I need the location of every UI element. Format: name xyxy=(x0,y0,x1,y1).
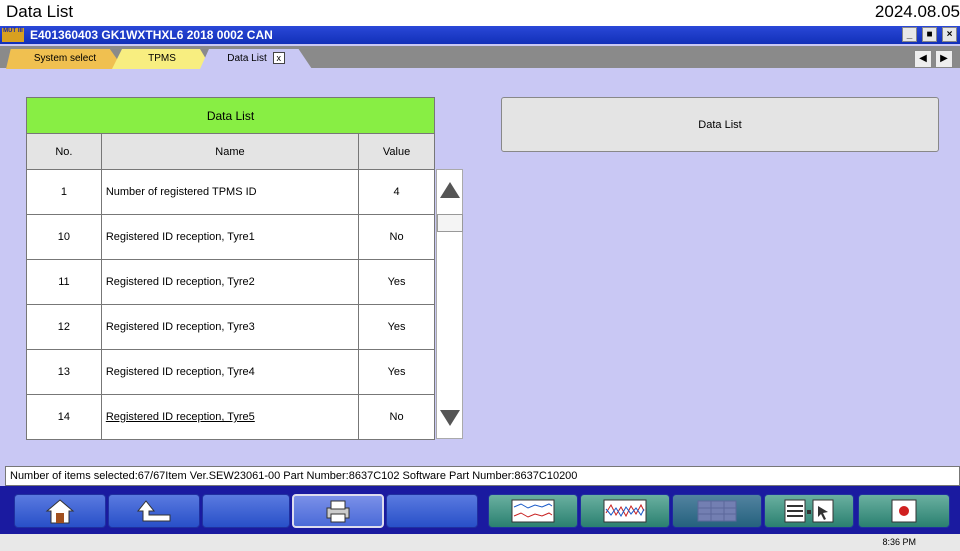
table-row[interactable]: 14 Registered ID reception, Tyre5 No xyxy=(26,394,435,440)
print-icon xyxy=(326,500,350,523)
row-value: No xyxy=(358,394,435,440)
app-logo: MUT III xyxy=(2,28,24,42)
table-title: Data List xyxy=(26,97,435,134)
blank-button-1[interactable] xyxy=(202,494,290,528)
col-header-no: No. xyxy=(26,133,102,170)
tab-bar: System select TPMS Data List x ◀ ▶ xyxy=(0,46,960,70)
back-up-icon xyxy=(136,500,171,522)
row-no: 10 xyxy=(26,214,102,260)
row-no: 11 xyxy=(26,259,102,305)
row-no: 1 xyxy=(26,169,102,215)
row-name: Registered ID reception, Tyre1 xyxy=(100,214,360,260)
row-no: 14 xyxy=(26,394,102,440)
table-row[interactable]: 12 Registered ID reception, Tyre3 Yes xyxy=(26,304,435,350)
caption-bar: Data List 2024.08.05 xyxy=(0,0,960,26)
row-value: Yes xyxy=(358,304,435,350)
row-name: Registered ID reception, Tyre4 xyxy=(100,349,360,395)
os-taskbar: 8:36 PM xyxy=(0,534,960,551)
scroll-up-icon[interactable] xyxy=(440,182,460,198)
minimize-button[interactable]: _ xyxy=(902,27,917,42)
graph-multi-icon xyxy=(603,499,647,523)
tab-prev-arrow-icon[interactable]: ◀ xyxy=(914,50,932,68)
maximize-button[interactable]: ■ xyxy=(922,27,937,42)
row-name: Registered ID reception, Tyre5 xyxy=(100,394,360,440)
tab-close-button[interactable]: x xyxy=(272,52,285,65)
record-button[interactable] xyxy=(858,494,950,528)
list-select-button[interactable] xyxy=(764,494,854,528)
tab-data-list[interactable]: Data List x xyxy=(200,49,312,69)
home-icon xyxy=(45,499,75,524)
status-bar: Number of items selected:67/67Item Ver.S… xyxy=(5,466,960,486)
close-window-button[interactable]: × xyxy=(942,27,957,42)
tab-system-select[interactable]: System select xyxy=(6,49,124,69)
tab-next-arrow-icon[interactable]: ▶ xyxy=(935,50,953,68)
data-list-panel[interactable]: Data List xyxy=(501,97,939,152)
table-row[interactable]: 11 Registered ID reception, Tyre2 Yes xyxy=(26,259,435,305)
bottom-toolbar xyxy=(0,486,960,534)
home-button[interactable] xyxy=(14,494,106,528)
table-scrollbar[interactable] xyxy=(436,169,463,439)
record-icon xyxy=(891,499,917,523)
table-row[interactable]: 10 Registered ID reception, Tyre1 No xyxy=(26,214,435,260)
col-header-name: Name xyxy=(100,133,360,170)
row-value: Yes xyxy=(358,349,435,395)
table-row[interactable]: 1 Number of registered TPMS ID 4 xyxy=(26,169,435,215)
col-header-value: Value xyxy=(358,133,435,170)
back-button[interactable] xyxy=(108,494,200,528)
window-title: E401360403 GK1WXTHXL6 2018 0002 CAN xyxy=(30,28,273,42)
row-no: 12 xyxy=(26,304,102,350)
row-name: Registered ID reception, Tyre2 xyxy=(100,259,360,305)
row-name: Number of registered TPMS ID xyxy=(100,169,360,215)
row-value: 4 xyxy=(358,169,435,215)
data-list-table: Data List No. Name Value 1 Number of reg… xyxy=(26,97,435,440)
graph-icon xyxy=(511,499,555,523)
caption-title: Data List xyxy=(6,2,74,21)
table-icon xyxy=(697,500,737,522)
table-row[interactable]: 13 Registered ID reception, Tyre4 Yes xyxy=(26,349,435,395)
title-bar: MUT III E401360403 GK1WXTHXL6 2018 0002 … xyxy=(0,26,960,44)
caption-date: 2024.08.05 xyxy=(874,2,960,21)
tab-tpms[interactable]: TPMS xyxy=(112,49,212,69)
graph-button[interactable] xyxy=(488,494,578,528)
table-view-button[interactable] xyxy=(672,494,762,528)
scroll-down-icon[interactable] xyxy=(440,410,460,426)
row-name: Registered ID reception, Tyre3 xyxy=(100,304,360,350)
row-value: Yes xyxy=(358,259,435,305)
row-no: 13 xyxy=(26,349,102,395)
scroll-thumb[interactable] xyxy=(437,214,463,232)
print-button[interactable] xyxy=(292,494,384,528)
list-select-icon xyxy=(784,499,834,523)
app-window: MUT III E401360403 GK1WXTHXL6 2018 0002 … xyxy=(0,26,960,544)
blank-button-2[interactable] xyxy=(386,494,478,528)
taskbar-clock: 8:36 PM xyxy=(882,537,916,547)
multi-graph-button[interactable] xyxy=(580,494,670,528)
row-value: No xyxy=(358,214,435,260)
